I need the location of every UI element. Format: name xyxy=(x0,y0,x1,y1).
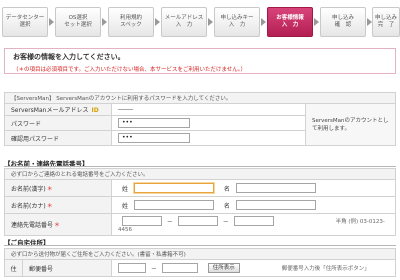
address-lookup-button[interactable]: 住所表示 xyxy=(207,263,240,273)
divider xyxy=(4,245,396,246)
required-mark: ＊ xyxy=(54,222,61,229)
dash: － xyxy=(166,218,173,226)
zip-side-note: 郵便番号入力後「住所表示ボタン」 xyxy=(281,266,370,272)
dash: － xyxy=(222,218,229,226)
mei-label: 名 xyxy=(223,185,230,193)
step-os: OS選択 セット選択 xyxy=(55,7,101,37)
zip-label: 郵便番号 xyxy=(22,259,112,277)
phone-label: 連絡先電話番号＊ xyxy=(4,213,112,236)
step-key: 申し込みキー 入 力 xyxy=(214,7,260,37)
name-form: 必ず口からご連絡のとれる電話番号をご入力ください。 お名前(漢字)＊ 姓 名 お… xyxy=(4,168,396,236)
dash: － xyxy=(150,265,157,273)
step-navigation: データセンター 選択 OS選択 セット選択 利用規約 スペック メールアドレス … xyxy=(0,0,400,43)
step-email: メールアドレス 入 力 xyxy=(161,7,207,37)
phone-part3-input[interactable] xyxy=(233,216,274,226)
step-arrow-icon xyxy=(208,18,213,26)
zip-part2-input[interactable] xyxy=(161,263,198,273)
intro-title: お客様の情報を入力してください。 xyxy=(13,53,125,61)
name-section-note: 必ず口からご連絡のとれる電話番号をご入力ください。 xyxy=(4,168,396,180)
step-arrow-icon xyxy=(155,18,160,26)
name-kanji-label: お名前(漢字)＊ xyxy=(4,179,112,197)
step-confirm: 申し込み 確 認 xyxy=(320,7,366,37)
address-section-note: 必ず口から送付物が届くご住所をご入力ください。(書留・私書箱不可) xyxy=(4,248,396,260)
phone-part1-input[interactable] xyxy=(122,216,162,226)
sei-label: 姓 xyxy=(122,185,129,193)
phone-part2-input[interactable] xyxy=(177,216,218,226)
divider xyxy=(4,166,396,167)
step-arrow-icon xyxy=(261,18,266,26)
zip-part1-input[interactable] xyxy=(118,263,146,273)
confirm-password-input[interactable]: ••• xyxy=(118,133,190,143)
email-value: ━━━━━ xyxy=(118,107,134,113)
account-side-note: ServersManのアカウントとして利用します。 xyxy=(305,103,396,146)
name-kana-label: お名前(カナ)＊ xyxy=(4,196,112,214)
step-arrow-icon xyxy=(102,18,107,26)
step-datacenter: データセンター 選択 xyxy=(2,7,48,37)
password-label: パスワード xyxy=(4,115,112,131)
address-row-label: 住 xyxy=(4,259,23,277)
id-badge-icon: ID xyxy=(91,107,99,114)
intro-box: お客様の情報を入力してください。 （＊の項目は必須項目です。ご入力いただけない場… xyxy=(4,48,396,74)
required-mark: ＊ xyxy=(46,202,53,210)
last-name-kana-input[interactable] xyxy=(133,200,214,210)
account-form: 【ServersMan】 ServersManのアカウントに利用するパスワードを… xyxy=(4,92,396,146)
intro-warning: （＊の項目は必須項目です。ご入力いただけない場合、本サービスをご利用いただけませ… xyxy=(13,67,247,73)
email-label: ServersManメールアドレス ID xyxy=(4,103,112,116)
last-name-kanji-input[interactable] xyxy=(133,183,214,193)
required-mark: ＊ xyxy=(46,185,53,193)
step-customer-info: お客様情報 入 力 xyxy=(267,7,313,37)
mei-label: 名 xyxy=(223,202,230,210)
step-complete: 申し込み 完 了 xyxy=(372,7,400,37)
step-arrow-icon xyxy=(49,18,54,26)
confirm-password-label: 確認用パスワード xyxy=(4,130,112,146)
password-input[interactable]: ••• xyxy=(118,118,190,128)
address-form: 必ず口から送付物が届くご住所をご入力ください。(書留・私書箱不可) 住 郵便番号… xyxy=(4,248,396,277)
account-header: 【ServersMan】 ServersManのアカウントに利用するパスワードを… xyxy=(4,92,396,104)
first-name-kana-input[interactable] xyxy=(235,200,316,210)
step-arrow-icon xyxy=(314,18,319,26)
first-name-kanji-input[interactable] xyxy=(235,183,316,193)
sei-label: 姓 xyxy=(122,202,129,210)
step-terms: 利用規約 スペック xyxy=(108,7,154,37)
email-cell: ━━━━━ xyxy=(111,103,306,116)
